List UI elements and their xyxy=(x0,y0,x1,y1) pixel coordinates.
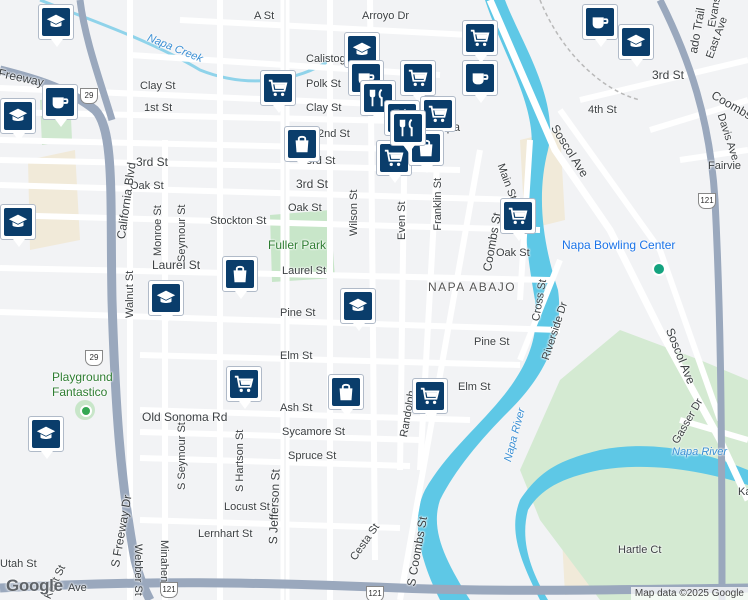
map-marker[interactable] xyxy=(500,198,536,241)
street-label-ave-bottom: Ave xyxy=(68,582,87,594)
street-label-wilson: Wilson St xyxy=(348,189,360,236)
street-label-ka: Ka xyxy=(738,486,748,498)
street-label-seymour: Seymour St xyxy=(176,204,188,262)
street-label-polk: Polk St xyxy=(306,78,341,90)
street-label-3rd-west: 3rd St xyxy=(136,155,169,169)
map-marker[interactable] xyxy=(226,366,262,409)
shopping-bag-icon xyxy=(332,378,360,406)
cafe-icon xyxy=(466,64,494,92)
street-label-ash: Ash St xyxy=(280,402,313,414)
school-icon xyxy=(622,28,650,56)
map-marker[interactable] xyxy=(412,378,448,421)
map-marker[interactable] xyxy=(222,256,258,299)
map-marker[interactable] xyxy=(340,288,376,331)
shopping-bag-icon xyxy=(288,130,316,158)
street-label-oak-mid: Oak St xyxy=(288,202,322,214)
street-label-arroyo: Arroyo Dr xyxy=(362,10,410,22)
street-label-a-st: A St xyxy=(254,10,275,22)
street-label-pine-east: Pine St xyxy=(474,336,510,348)
map-marker[interactable] xyxy=(38,4,74,47)
map-marker[interactable] xyxy=(328,374,364,417)
street-label-1st: 1st St xyxy=(144,102,173,114)
park-label-playground-2: Fantastico xyxy=(52,385,108,399)
street-label-stockton: Stockton St xyxy=(210,215,267,227)
street-label-webber: Webber St xyxy=(132,544,144,596)
school-icon xyxy=(344,292,372,320)
street-label-locust: Locust St xyxy=(224,501,270,513)
street-label-fairview: Fairvie xyxy=(708,160,742,172)
map-marker[interactable] xyxy=(400,60,436,103)
highway-121-shield-bottom-left: 121 xyxy=(160,582,178,598)
map-marker[interactable] xyxy=(260,70,296,113)
restaurant-icon xyxy=(394,114,422,142)
shopping-cart-icon xyxy=(230,370,258,398)
street-label-elm-east: Elm St xyxy=(458,381,491,393)
street-label-walnut: Walnut St xyxy=(124,270,136,318)
highway-29-shield-north: 29 xyxy=(80,88,98,104)
street-label-sycamore: Sycamore St xyxy=(282,426,345,438)
map-marker[interactable] xyxy=(28,416,64,459)
highway-121-shield-bottom-mid: 121 xyxy=(366,586,384,600)
shopping-cart-icon xyxy=(424,100,452,128)
highway-121-shield-east: 121 xyxy=(698,193,716,209)
map-marker[interactable] xyxy=(462,20,498,63)
map-marker[interactable] xyxy=(148,280,184,323)
shopping-cart-icon xyxy=(264,74,292,102)
map-marker[interactable] xyxy=(0,98,36,141)
school-icon xyxy=(42,8,70,36)
cafe-icon xyxy=(46,88,74,116)
street-label-4th: 4th St xyxy=(588,104,617,116)
map-marker[interactable] xyxy=(618,24,654,67)
map-marker[interactable] xyxy=(390,110,426,153)
water-label-napa-river-east: Napa River xyxy=(672,446,728,458)
map-marker[interactable] xyxy=(582,4,618,47)
street-label-franklin: Franklin St xyxy=(432,178,444,231)
playground-poi-icon[interactable] xyxy=(80,405,92,417)
shopping-cart-icon xyxy=(416,382,444,410)
map-attribution[interactable]: Map data ©2025 Google xyxy=(630,587,748,600)
highway-29-shield-south: 29 xyxy=(85,350,103,366)
school-icon xyxy=(152,284,180,312)
street-label-clay-mid: Clay St xyxy=(306,102,342,114)
shopping-cart-icon xyxy=(404,64,432,92)
street-label-monroe: Monroe St xyxy=(152,205,164,256)
street-label-laurel-mid: Laurel St xyxy=(282,265,327,277)
shopping-cart-icon xyxy=(504,202,532,230)
park-label-playground-1: Playground xyxy=(52,370,113,384)
school-icon xyxy=(4,208,32,236)
school-icon xyxy=(32,420,60,448)
street-label-even: Even St xyxy=(396,201,408,240)
street-label-utah: Utah St xyxy=(0,558,37,570)
street-label-3rd-lower: 3rd St xyxy=(296,177,329,191)
cafe-icon xyxy=(586,8,614,36)
map-marker[interactable] xyxy=(42,84,78,127)
street-label-s-jefferson: S Jefferson St xyxy=(266,468,283,545)
street-label-2nd: 2nd St xyxy=(318,128,350,140)
bowling-poi-icon[interactable] xyxy=(652,262,666,276)
map-canvas[interactable]: A St Arroyo Dr Calistoga Clay St Polk St… xyxy=(0,0,748,600)
map-marker[interactable] xyxy=(284,126,320,169)
poi-label-bowling[interactable]: Napa Bowling Center xyxy=(562,238,675,252)
street-label-clay-west: Clay St xyxy=(140,80,176,92)
street-label-s-hartson: S Hartson St xyxy=(234,429,246,492)
street-label-lernhart: Lernhart St xyxy=(198,528,253,540)
map-marker[interactable] xyxy=(0,204,36,247)
street-label-oak-east: Oak St xyxy=(496,247,530,259)
area-label-napa-abajo: NAPA ABAJO xyxy=(428,280,517,294)
street-label-spruce: Spruce St xyxy=(288,450,337,462)
shopping-bag-icon xyxy=(226,260,254,288)
street-label-s-seymour: S Seymour St xyxy=(176,422,188,490)
street-label-elm-mid: Elm St xyxy=(280,350,313,362)
map-marker[interactable] xyxy=(462,60,498,103)
school-icon xyxy=(4,102,32,130)
park-label-fuller: Fuller Park xyxy=(268,238,327,252)
street-label-hartle: Hartle Ct xyxy=(618,544,662,556)
shopping-cart-icon xyxy=(466,24,494,52)
google-logo: Google xyxy=(6,576,63,595)
street-label-3rd-east: 3rd St xyxy=(652,68,685,82)
street-label-pine-mid: Pine St xyxy=(280,307,316,319)
